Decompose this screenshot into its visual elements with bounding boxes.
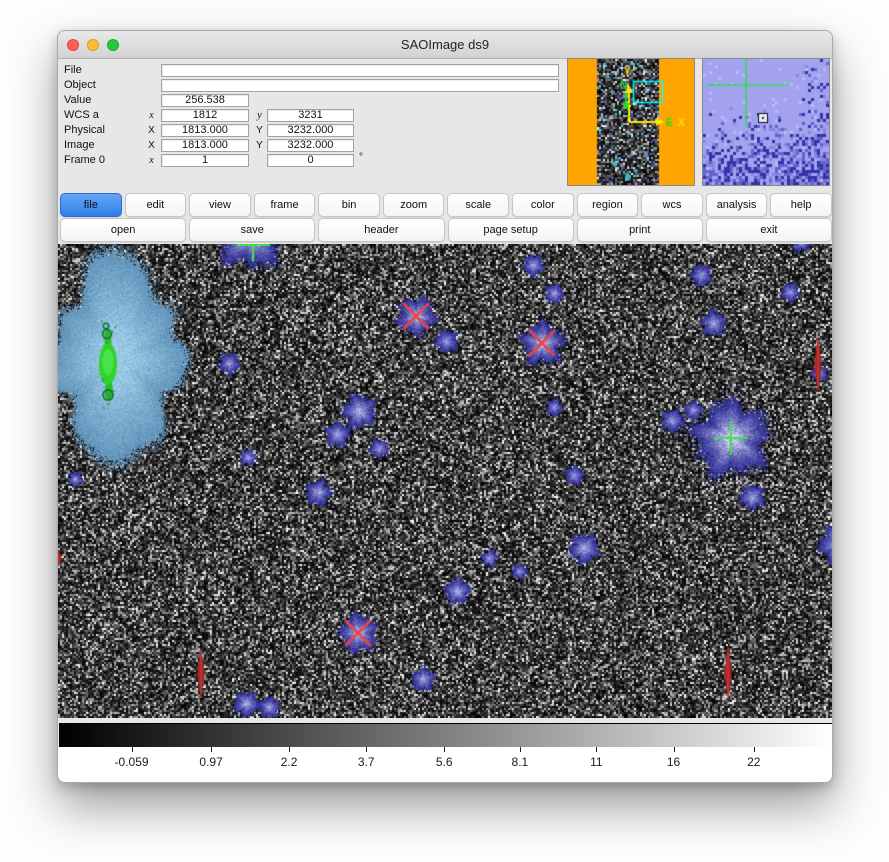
menu-button-wcs[interactable]: wcs <box>641 193 703 217</box>
image-label: Image <box>64 139 95 151</box>
info-row-object: Object <box>58 79 618 93</box>
physical-x-label: X <box>145 125 158 136</box>
colorbar-tick-label: 3.7 <box>358 755 375 769</box>
info-row-physical: Physical X 1813.000 Y 3232.000 <box>58 124 618 138</box>
file-command-bar: opensaveheaderpage setupprintexit <box>60 218 832 242</box>
wcs-y-entry[interactable]: 3231 <box>267 109 354 122</box>
menu-button-edit[interactable]: edit <box>125 193 187 217</box>
frame-x-label: x <box>145 155 158 166</box>
magnifier-panel <box>702 58 830 186</box>
object-entry[interactable] <box>161 79 559 92</box>
physical-label: Physical <box>64 124 105 136</box>
window-title: SAOImage ds9 <box>58 31 832 58</box>
menu-button-help[interactable]: help <box>770 193 832 217</box>
colorbar-tick-label: -0.059 <box>115 755 149 769</box>
info-row-wcs: WCS a x 1812 y 3231 <box>58 109 618 123</box>
wcs-x-entry[interactable]: 1812 <box>161 109 249 122</box>
colorbar-tick <box>211 747 212 752</box>
colorbar-tick-label: 5.6 <box>436 755 453 769</box>
colorbar-tick <box>444 747 445 752</box>
ds9-window: SAOImage ds9 File Object Value 256.538 W… <box>57 30 833 783</box>
value-label: Value <box>64 94 91 106</box>
wcs-y-label: y <box>253 110 266 121</box>
close-button[interactable] <box>67 39 79 51</box>
colorbar-tick <box>366 747 367 752</box>
frame-zoom-entry[interactable]: 1 <box>161 154 249 167</box>
object-label: Object <box>64 79 96 91</box>
desktop: { "window": { "title": "SAOImage ds9", "… <box>0 0 889 862</box>
image-x-entry[interactable]: 1813.000 <box>161 139 249 152</box>
colorbar-scale-strip: -0.059 0.97 2.2 3.7 5.6 8.1 11 16 22 <box>58 747 832 783</box>
command-button-header[interactable]: header <box>318 218 444 242</box>
physical-y-entry[interactable]: 3232.000 <box>267 124 354 137</box>
menu-button-file[interactable]: file <box>60 193 122 217</box>
menu-bar: fileeditviewframebinzoomscalecolorregion… <box>60 193 832 217</box>
colorbar-tick <box>754 747 755 752</box>
file-entry[interactable] <box>161 64 559 77</box>
angle-degree-suffix: ° <box>359 152 363 163</box>
menu-button-analysis[interactable]: analysis <box>706 193 768 217</box>
menu-button-color[interactable]: color <box>512 193 574 217</box>
command-button-save[interactable]: save <box>189 218 315 242</box>
colorbar-tick <box>596 747 597 752</box>
menu-button-view[interactable]: view <box>189 193 251 217</box>
colorbar-tick <box>289 747 290 752</box>
menu-button-frame[interactable]: frame <box>254 193 316 217</box>
colorbar-tick-label: 22 <box>747 755 760 769</box>
command-button-print[interactable]: print <box>577 218 703 242</box>
image-y-entry[interactable]: 3232.000 <box>267 139 354 152</box>
colorbar-tick <box>674 747 675 752</box>
command-button-page-setup[interactable]: page setup <box>448 218 574 242</box>
minimize-button[interactable] <box>87 39 99 51</box>
file-label: File <box>64 64 82 76</box>
magnifier-canvas <box>703 59 829 185</box>
menu-button-region[interactable]: region <box>577 193 639 217</box>
frame-label: Frame 0 <box>64 154 105 166</box>
physical-y-label: Y <box>253 125 266 136</box>
frame-angle-entry[interactable]: 0 <box>267 154 354 167</box>
colorbar-tick-label: 2.2 <box>281 755 298 769</box>
panner-panel <box>567 58 695 186</box>
traffic-lights <box>67 39 119 51</box>
colorbar-tick-label: 8.1 <box>512 755 529 769</box>
command-button-open[interactable]: open <box>60 218 186 242</box>
info-row-frame: Frame 0 x 1 0 ° <box>58 154 618 168</box>
image-x-label: X <box>145 140 158 151</box>
physical-x-entry[interactable]: 1813.000 <box>161 124 249 137</box>
menu-button-scale[interactable]: scale <box>447 193 509 217</box>
wcs-label: WCS a <box>64 109 99 121</box>
colorbar-tick-label: 0.97 <box>199 755 222 769</box>
colorbar-tick-label: 16 <box>667 755 680 769</box>
main-image-canvas[interactable] <box>58 244 832 718</box>
titlebar[interactable]: SAOImage ds9 <box>58 31 832 59</box>
image-y-label: Y <box>253 140 266 151</box>
colorbar-tick <box>520 747 521 752</box>
info-row-image: Image X 1813.000 Y 3232.000 <box>58 139 618 153</box>
panner-canvas[interactable] <box>568 59 694 185</box>
command-button-exit[interactable]: exit <box>706 218 832 242</box>
info-row-value: Value 256.538 <box>58 94 618 108</box>
info-row-file: File <box>58 64 618 78</box>
menu-button-zoom[interactable]: zoom <box>383 193 445 217</box>
zoom-window-button[interactable] <box>107 39 119 51</box>
colorbar-tick <box>132 747 133 752</box>
colorbar[interactable] <box>59 723 833 749</box>
wcs-x-label: x <box>145 110 158 121</box>
colorbar-tick-label: 11 <box>590 755 602 769</box>
value-entry[interactable]: 256.538 <box>161 94 249 107</box>
menu-button-bin[interactable]: bin <box>318 193 380 217</box>
